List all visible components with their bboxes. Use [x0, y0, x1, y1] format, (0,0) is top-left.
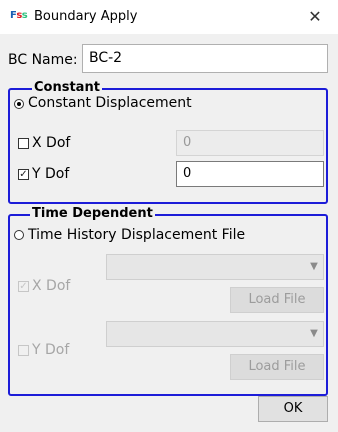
time-x-dof-checkbox[interactable]: ✓ [18, 281, 29, 292]
window-title: Boundary Apply [34, 9, 138, 24]
constant-group: Constant Constant Displacement X Dof 0 ✓… [8, 81, 328, 204]
constant-displacement-label: Constant Displacement [28, 95, 192, 111]
constant-legend: Constant [32, 80, 102, 95]
time-dependent-group: Time Dependent Time History Displacement… [8, 207, 328, 396]
bc-name-input[interactable]: BC-2 [82, 44, 328, 73]
constant-x-dof-checkbox[interactable] [18, 138, 29, 149]
time-dependent-legend: Time Dependent [30, 206, 155, 221]
y-dof-load-file-button[interactable]: Load File [230, 354, 324, 380]
chevron-down-icon: ▼ [310, 328, 318, 339]
constant-x-dof-input[interactable]: 0 [176, 130, 324, 156]
time-y-dof-label: Y Dof [32, 342, 70, 358]
fss-app-icon: Fss [10, 10, 28, 21]
constant-displacement-radio[interactable] [14, 99, 24, 109]
close-icon[interactable]: ✕ [292, 0, 338, 34]
time-y-dof-checkbox[interactable] [18, 345, 29, 356]
ok-button[interactable]: OK [258, 396, 328, 422]
title-bar: Fss Boundary Apply ✕ [0, 0, 338, 34]
time-history-label: Time History Displacement File [28, 227, 246, 243]
constant-y-dof-input[interactable]: 0 [176, 161, 324, 187]
constant-x-dof-label: X Dof [32, 135, 71, 151]
x-dof-load-file-button[interactable]: Load File [230, 287, 324, 313]
bc-name-label: BC Name: [8, 52, 78, 68]
x-dof-file-dropdown[interactable]: ▼ [106, 254, 324, 280]
time-history-radio[interactable] [14, 230, 24, 240]
chevron-down-icon: ▼ [310, 261, 318, 272]
constant-y-dof-label: Y Dof [32, 166, 70, 182]
time-x-dof-label: X Dof [32, 278, 71, 294]
y-dof-file-dropdown[interactable]: ▼ [106, 321, 324, 347]
constant-y-dof-checkbox[interactable]: ✓ [18, 169, 29, 180]
